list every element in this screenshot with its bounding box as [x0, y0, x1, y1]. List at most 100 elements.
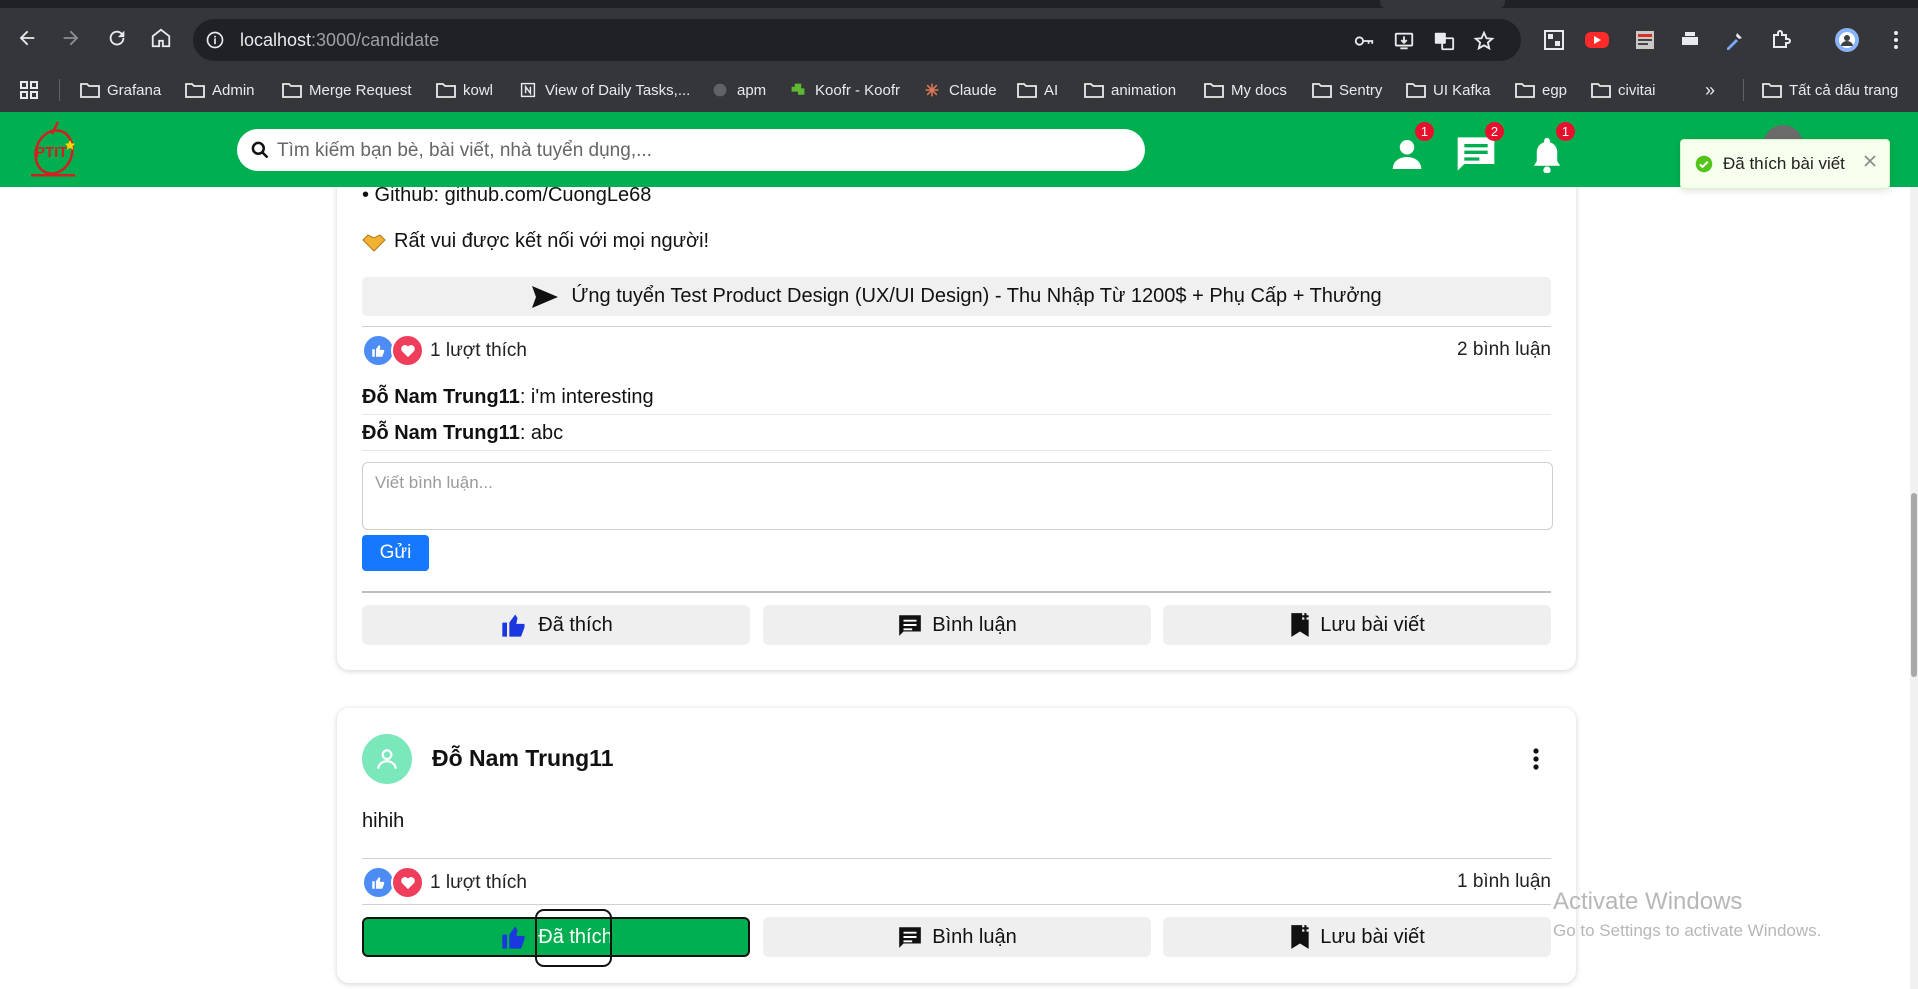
comments-count[interactable]: 2 bình luận [1457, 339, 1551, 361]
chrome-menu-icon[interactable] [1883, 27, 1909, 53]
bookmark-label: apm [737, 81, 767, 99]
messages-badge: 2 [1485, 122, 1504, 141]
windows-activation-subtitle: Go to Settings to activate Windows. [1553, 921, 1822, 940]
post-content: hihih [362, 810, 405, 832]
bookmark-label: My docs [1231, 81, 1287, 99]
toast-message: Đã thích bài viết [1723, 154, 1845, 173]
comment-label: Bình luận [932, 613, 1017, 636]
extensions-puzzle-icon[interactable] [1768, 27, 1794, 53]
comment-button[interactable]: Bình luận [763, 917, 1151, 957]
like-label: Đã thích [538, 613, 613, 636]
media-extension-icon[interactable] [1632, 27, 1658, 53]
bookmark-folder[interactable]: My docs [1204, 79, 1287, 101]
save-post-button[interactable]: Lưu bài viết [1163, 917, 1551, 957]
bookmarks-overflow-button[interactable]: » [1705, 79, 1715, 101]
scrollbar-thumb[interactable] [1911, 493, 1917, 677]
comment-author[interactable]: Đỗ Nam Trung11 [362, 386, 520, 408]
bookmark-link[interactable]: View of Daily Tasks,... [518, 79, 690, 101]
windows-activation-title: Activate Windows [1553, 888, 1743, 915]
translate-icon[interactable] [1433, 30, 1455, 52]
bookmark-folder[interactable]: UI Kafka [1406, 79, 1491, 101]
heart-reaction-icon [391, 334, 424, 367]
bookmark-label: Admin [212, 81, 255, 99]
post-more-options-icon[interactable] [1525, 744, 1547, 774]
install-app-icon[interactable] [1393, 30, 1415, 52]
tab-strip [0, 0, 1918, 8]
close-icon[interactable] [1863, 154, 1877, 168]
profile-avatar-icon[interactable] [1834, 27, 1860, 53]
comment-item: Đỗ Nam Trung11: i'm interesting [362, 386, 654, 409]
global-search[interactable] [237, 129, 1145, 173]
back-icon[interactable] [13, 24, 41, 52]
qr-code-extension-icon[interactable] [1541, 27, 1567, 53]
apply-job-button[interactable]: Ứng tuyển Test Product Design (UX/UI Des… [362, 277, 1551, 316]
bookmarks-divider [59, 79, 60, 101]
comment-textarea[interactable] [363, 463, 1552, 529]
address-bar[interactable]: localhost:3000/candidate [193, 19, 1521, 61]
search-input[interactable] [275, 129, 1139, 173]
home-icon[interactable] [147, 24, 175, 52]
notion-icon [520, 82, 536, 98]
bookmark-link[interactable]: Claude [922, 79, 997, 101]
bookmark-folder[interactable]: Merge Request [282, 79, 412, 101]
url-host: localhost [240, 30, 312, 50]
bookmark-link[interactable]: apm [710, 79, 766, 101]
bookmark-label: Koofr - Koofr [815, 81, 901, 99]
reload-icon[interactable] [103, 24, 131, 52]
bookmarks-bar: Grafana Admin Merge Request kowl View of… [0, 70, 1918, 110]
comment-author[interactable]: Đỗ Nam Trung11 [362, 422, 520, 444]
bookmark-folder[interactable]: Admin [185, 79, 255, 101]
comment-input[interactable] [362, 462, 1553, 530]
folder-icon [436, 83, 456, 98]
reactions-summary[interactable]: 1 lượt thích [362, 334, 527, 367]
bookmark-folder[interactable]: civitai [1591, 79, 1656, 101]
bookmark-label: animation [1111, 81, 1177, 99]
focus-outline [535, 909, 612, 967]
apps-grid-icon[interactable] [19, 79, 39, 101]
divider [362, 326, 1551, 327]
comments-count[interactable]: 1 bình luận [1457, 871, 1551, 893]
apm-icon [713, 83, 727, 97]
comment-button[interactable]: Bình luận [763, 605, 1151, 645]
browser-chrome: localhost:3000/candidate Grafana Admin M… [0, 0, 1918, 112]
ptit-logo[interactable]: PTIT [28, 116, 84, 182]
page-scrollbar[interactable] [1910, 187, 1918, 989]
eyedropper-extension-icon[interactable] [1722, 27, 1748, 53]
bookmark-folder[interactable]: Grafana [80, 79, 161, 101]
printer-extension-icon[interactable] [1677, 27, 1703, 53]
url-path: :3000/candidate [311, 30, 440, 50]
divider [362, 414, 1551, 415]
site-info-icon[interactable] [205, 30, 225, 50]
bookmark-label: View of Daily Tasks,... [545, 81, 691, 99]
likes-count[interactable]: 1 lượt thích [430, 340, 527, 362]
post-author-avatar[interactable] [362, 734, 412, 784]
folder-icon [1204, 83, 1224, 98]
like-button[interactable]: Đã thích [362, 605, 750, 645]
star-bookmark-icon[interactable] [1473, 30, 1495, 52]
youtube-extension-icon[interactable] [1584, 27, 1610, 53]
bookmark-folder[interactable]: Sentry [1312, 79, 1382, 101]
reactions-summary[interactable]: 1 lượt thích [362, 866, 527, 899]
bookmark-label: egp [1542, 81, 1568, 99]
active-tab[interactable] [1380, 0, 1505, 8]
koofr-icon [791, 83, 805, 95]
comment-icon [899, 615, 922, 636]
url-text[interactable]: localhost:3000/candidate [240, 30, 439, 51]
post-author-name[interactable]: Đỗ Nam Trung11 [432, 745, 613, 772]
forward-icon[interactable] [57, 24, 85, 52]
folder-icon [1312, 83, 1332, 98]
save-post-button[interactable]: Lưu bài viết [1163, 605, 1551, 645]
bookmark-folder[interactable]: kowl [436, 79, 493, 101]
folder-icon [1515, 83, 1535, 98]
key-icon[interactable] [1353, 30, 1375, 52]
send-comment-button[interactable]: Gửi [362, 535, 429, 571]
bookmark-label: civitai [1618, 81, 1656, 99]
comment-text: : i'm interesting [519, 386, 654, 408]
all-bookmarks-folder[interactable]: Tất cả dấu trang [1762, 79, 1898, 101]
likes-count[interactable]: 1 lượt thích [430, 872, 527, 894]
bookmark-link[interactable]: Koofr - Koofr [788, 79, 900, 101]
folder-icon [1406, 83, 1426, 98]
bookmark-folder[interactable]: AI [1017, 79, 1058, 101]
bookmark-folder[interactable]: animation [1084, 79, 1176, 101]
bookmark-folder[interactable]: egp [1515, 79, 1567, 101]
